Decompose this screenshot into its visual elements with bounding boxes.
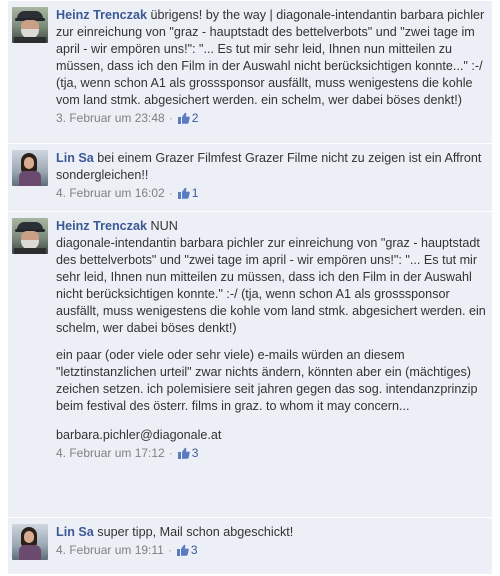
like-count: 2 (191, 111, 199, 125)
comment-meta: 3. Februar um 23:48 · 2 (56, 109, 486, 130)
comment-text: NUN (150, 219, 178, 233)
comment-paragraph: ein paar (oder viele oder sehr viele) e-… (56, 348, 478, 413)
thumbs-up-icon (177, 112, 190, 124)
comment-item: Lin Sa bei einem Grazer Filmfest Grazer … (8, 144, 492, 212)
separator-dot: · (167, 543, 172, 557)
comment-text-block: Lin Sa bei einem Grazer Filmfest Grazer … (56, 150, 486, 184)
email-address: barbara.pichler@diagonale.at (56, 428, 222, 442)
like-count-link[interactable]: 3 (176, 543, 198, 557)
separator-dot: · (168, 111, 173, 125)
like-count-link[interactable]: 1 (177, 186, 199, 200)
comment-body: Heinz Trenczak übrigens! by the way | di… (56, 7, 486, 143)
like-count: 3 (190, 543, 198, 557)
comment-paragraph: diagonale-intendantin barbara pichler zu… (56, 236, 486, 335)
avatar[interactable] (12, 7, 48, 43)
comment-text: bei einem Grazer Filmfest Grazer Filme n… (56, 151, 482, 182)
comment-meta: 4. Februar um 17:12 · 3 (56, 444, 486, 465)
comment-text: übrigens! by the way | diagonale-intenda… (56, 8, 485, 107)
author-link[interactable]: Heinz Trenczak (56, 219, 147, 233)
avatar[interactable] (12, 150, 48, 186)
thumbs-up-icon (176, 544, 189, 556)
separator-dot: · (168, 446, 173, 460)
avatar[interactable] (12, 524, 48, 560)
timestamp[interactable]: 3. Februar um 23:48 (56, 111, 165, 125)
separator-dot: · (168, 186, 173, 200)
comment-body: Lin Sa super tipp, Mail schon abgeschick… (56, 524, 486, 574)
comment-text-block: Heinz Trenczak NUN (56, 218, 486, 235)
comment-text: super tipp, Mail schon abgeschickt! (97, 525, 294, 539)
comment-item: Lin Sa super tipp, Mail schon abgeschick… (8, 518, 492, 574)
comment-item: Heinz Trenczak übrigens! by the way | di… (8, 1, 492, 144)
comment-body: Lin Sa bei einem Grazer Filmfest Grazer … (56, 150, 486, 211)
comment-meta: 4. Februar um 16:02 · 1 (56, 184, 486, 205)
comment-meta: 4. Februar um 19:11 · 3 (56, 541, 486, 562)
timestamp[interactable]: 4. Februar um 19:11 (56, 543, 164, 557)
like-count-link[interactable]: 3 (177, 446, 199, 460)
author-link[interactable]: Heinz Trenczak (56, 8, 147, 22)
like-count: 1 (191, 186, 199, 200)
like-count-link[interactable]: 2 (177, 111, 199, 125)
like-count: 3 (191, 446, 199, 460)
avatar[interactable] (12, 218, 48, 254)
timestamp[interactable]: 4. Februar um 17:12 (56, 446, 165, 460)
comment-thread: Heinz Trenczak übrigens! by the way | di… (8, 1, 492, 574)
comment-text-block: Lin Sa super tipp, Mail schon abgeschick… (56, 524, 486, 541)
thumbs-up-icon (177, 187, 190, 199)
comment-body: Heinz Trenczak NUN diagonale-intendantin… (56, 218, 486, 517)
thumbs-up-icon (177, 447, 190, 459)
comment-item: Heinz Trenczak NUN diagonale-intendantin… (8, 212, 492, 518)
comment-text-block: Heinz Trenczak übrigens! by the way | di… (56, 7, 486, 109)
author-link[interactable]: Lin Sa (56, 151, 94, 165)
author-link[interactable]: Lin Sa (56, 525, 94, 539)
timestamp[interactable]: 4. Februar um 16:02 (56, 186, 165, 200)
